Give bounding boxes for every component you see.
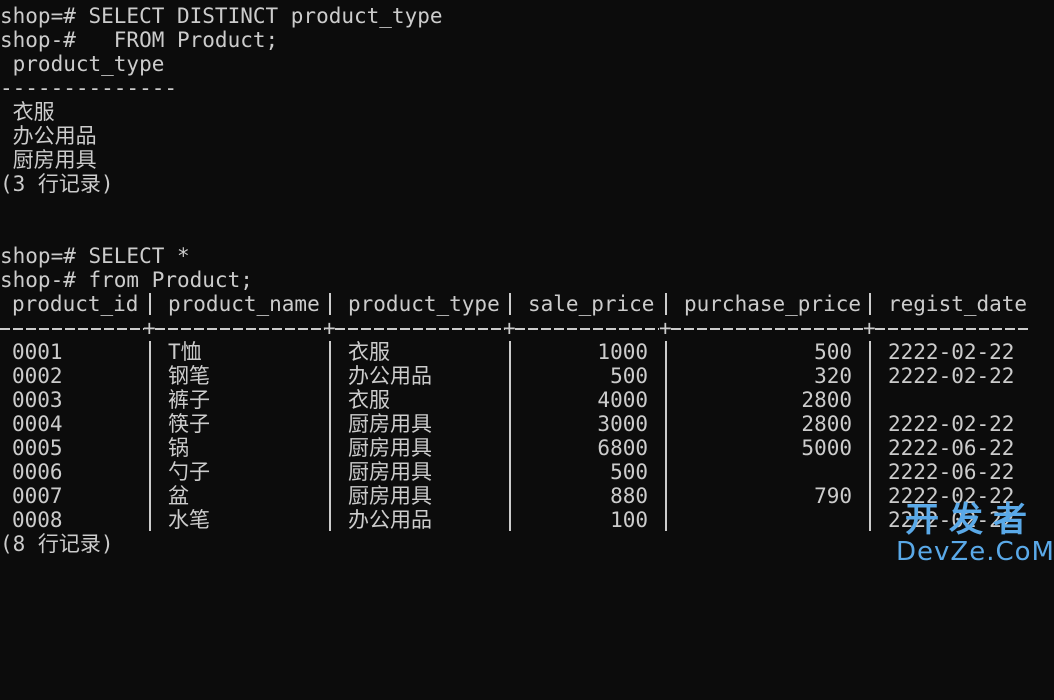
cell-product-type: 厨房用具 xyxy=(348,484,432,508)
column-divider xyxy=(665,293,667,315)
cell-product-name: 钢笔 xyxy=(168,364,210,388)
cell-product-name: 盆 xyxy=(168,484,189,508)
cell-product-id: 0008 xyxy=(12,508,63,532)
cell-purchase-price: 320 xyxy=(814,364,852,388)
cell-product-name: 裤子 xyxy=(168,388,210,412)
cell-regist-date: 2222-02-22 xyxy=(888,412,1015,436)
row-count-footer: (8 行记录) xyxy=(0,532,114,556)
watermark-logo: 开发者 DevZe.CoM xyxy=(896,500,1054,567)
cell-product-id: 0006 xyxy=(12,460,63,484)
column-header-product-type: product_type xyxy=(348,292,500,316)
column-header-product-id: product_id xyxy=(12,292,139,316)
table-row: 0006 勺子 厨房用具 500 2222-06-22 xyxy=(0,460,1054,484)
cell-product-name: 锅 xyxy=(168,436,189,460)
cell-product-type: 办公用品 xyxy=(348,364,432,388)
table-row: 0001 T恤 衣服 1000 500 2222-02-22 xyxy=(0,340,1054,364)
cell-sale-price: 3000 xyxy=(597,412,648,436)
prompt-line-select-distinct: shop=# SELECT DISTINCT product_type xyxy=(0,4,443,28)
cell-sale-price: 500 xyxy=(610,364,648,388)
cell-sale-price: 6800 xyxy=(597,436,648,460)
result-row: 厨房用具 xyxy=(0,148,97,172)
column-divider xyxy=(329,293,331,315)
cell-product-type: 厨房用具 xyxy=(348,460,432,484)
cell-sale-price: 1000 xyxy=(597,340,648,364)
cell-product-id: 0002 xyxy=(12,364,63,388)
table-row: 0002 钢笔 办公用品 500 320 2222-02-22 xyxy=(0,364,1054,388)
cell-regist-date: 2222-06-22 xyxy=(888,460,1015,484)
table-row: 0005 锅 厨房用具 6800 5000 2222-06-22 xyxy=(0,436,1054,460)
cell-regist-date: 2222-06-22 xyxy=(888,436,1015,460)
cell-product-id: 0004 xyxy=(12,412,63,436)
cell-product-name: 勺子 xyxy=(168,460,210,484)
cell-product-id: 0005 xyxy=(12,436,63,460)
cell-purchase-price: 2800 xyxy=(801,388,852,412)
result-header-product-type: product_type xyxy=(0,52,165,76)
result-row: 衣服 xyxy=(0,100,55,124)
column-header-purchase-price: purchase_price xyxy=(684,292,862,316)
prompt-line-select-all: shop=# SELECT * xyxy=(0,244,190,268)
cell-sale-price: 4000 xyxy=(597,388,648,412)
cell-product-type: 厨房用具 xyxy=(348,412,432,436)
result-separator: -------------- xyxy=(0,76,178,100)
cell-purchase-price: 5000 xyxy=(801,436,852,460)
result-row: 办公用品 xyxy=(0,124,97,148)
cell-product-name: 筷子 xyxy=(168,412,210,436)
terminal-window[interactable]: shop=# SELECT DISTINCT product_type shop… xyxy=(0,0,1054,570)
cell-product-id: 0003 xyxy=(12,388,63,412)
cell-product-type: 办公用品 xyxy=(348,508,432,532)
watermark-en-text: DevZe.CoM xyxy=(896,537,1054,567)
column-divider xyxy=(869,293,871,315)
table-header-row: product_id product_name product_type sal… xyxy=(0,292,1054,316)
cell-purchase-price: 790 xyxy=(814,484,852,508)
prompt-line-from-product: shop-# from Product; xyxy=(0,268,253,292)
cell-purchase-price: 500 xyxy=(814,340,852,364)
cell-regist-date: 2222-02-22 xyxy=(888,340,1015,364)
cell-sale-price: 880 xyxy=(610,484,648,508)
prompt-line-from: shop-# FROM Product; xyxy=(0,28,279,52)
column-header-sale-price: sale_price xyxy=(528,292,655,316)
column-divider xyxy=(149,293,151,315)
cell-sale-price: 100 xyxy=(610,508,648,532)
cell-purchase-price xyxy=(684,460,852,484)
cell-product-name: 水笔 xyxy=(168,508,210,532)
row-count-footer: (3 行记录) xyxy=(0,172,114,196)
cell-purchase-price xyxy=(684,508,852,532)
cell-product-id: 0007 xyxy=(12,484,63,508)
table-row: 0004 筷子 厨房用具 3000 2800 2222-02-22 xyxy=(0,412,1054,436)
cell-product-type: 衣服 xyxy=(348,340,390,364)
cell-regist-date: 2222-02-22 xyxy=(888,364,1015,388)
cell-purchase-price: 2800 xyxy=(801,412,852,436)
cell-product-type: 衣服 xyxy=(348,388,390,412)
cell-sale-price: 500 xyxy=(610,460,648,484)
watermark-cn-text: 开发者 xyxy=(905,500,1037,540)
table-separator: + + + + + xyxy=(0,316,1054,340)
cell-product-id: 0001 xyxy=(12,340,63,364)
cell-product-name: T恤 xyxy=(168,340,202,364)
column-header-product-name: product_name xyxy=(168,292,320,316)
column-header-regist-date: regist_date xyxy=(888,292,1028,316)
column-divider xyxy=(509,293,511,315)
cell-product-type: 厨房用具 xyxy=(348,436,432,460)
table-row: 0003 裤子 衣服 4000 2800 xyxy=(0,388,1054,412)
